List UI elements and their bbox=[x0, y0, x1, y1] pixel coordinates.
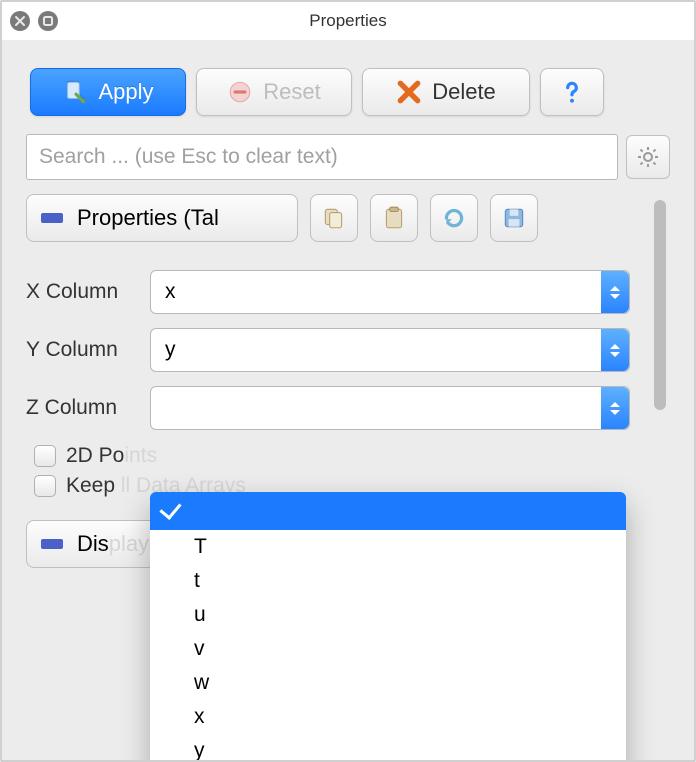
scrollbar[interactable] bbox=[654, 200, 666, 410]
display-section-label: Display bbox=[77, 531, 149, 557]
delete-button-label: Delete bbox=[432, 79, 496, 105]
apply-icon bbox=[62, 79, 88, 105]
delete-icon bbox=[396, 79, 422, 105]
collapse-icon bbox=[41, 213, 63, 223]
help-icon bbox=[559, 79, 585, 105]
search-input[interactable] bbox=[26, 134, 618, 180]
select-caret-icon bbox=[601, 329, 629, 371]
dropdown-item[interactable]: x bbox=[150, 700, 626, 734]
z-column-dropdown[interactable]: Ttuvwxyz bbox=[150, 492, 626, 762]
copy-button[interactable] bbox=[310, 194, 358, 242]
x-column-select[interactable]: x bbox=[150, 270, 630, 314]
properties-section-label: Properties (Tal bbox=[77, 205, 219, 231]
delete-button[interactable]: Delete bbox=[362, 68, 530, 116]
window-close-icon[interactable] bbox=[10, 11, 30, 31]
points-2d-checkbox[interactable] bbox=[34, 445, 56, 467]
select-caret-icon bbox=[601, 271, 629, 313]
z-column-label: Z Column bbox=[26, 396, 150, 420]
search-settings-button[interactable] bbox=[626, 135, 670, 179]
gear-icon bbox=[636, 145, 660, 169]
save-icon bbox=[501, 205, 527, 231]
y-column-value: y bbox=[165, 338, 176, 362]
window-maximize-icon[interactable] bbox=[38, 11, 58, 31]
copy-icon bbox=[321, 205, 347, 231]
dropdown-item[interactable]: w bbox=[150, 666, 626, 700]
properties-section-header[interactable]: Properties (Tal bbox=[26, 194, 298, 242]
help-button[interactable] bbox=[540, 68, 604, 116]
titlebar: Properties bbox=[2, 2, 694, 40]
dropdown-item[interactable]: t bbox=[150, 564, 626, 598]
collapse-icon bbox=[41, 539, 63, 549]
dropdown-item[interactable]: T bbox=[150, 530, 626, 564]
y-column-select[interactable]: y bbox=[150, 328, 630, 372]
select-caret-icon bbox=[601, 387, 629, 429]
dropdown-item[interactable]: y bbox=[150, 734, 626, 762]
reset-button[interactable]: Reset bbox=[196, 68, 352, 116]
apply-button-label: Apply bbox=[98, 79, 153, 105]
keep-arrays-checkbox[interactable] bbox=[34, 475, 56, 497]
x-column-value: x bbox=[165, 280, 176, 304]
reload-button[interactable] bbox=[430, 194, 478, 242]
z-column-select[interactable] bbox=[150, 386, 630, 430]
paste-button[interactable] bbox=[370, 194, 418, 242]
reset-button-label: Reset bbox=[263, 79, 320, 105]
points-2d-label: 2D Points bbox=[66, 444, 157, 468]
window-title: Properties bbox=[2, 11, 694, 31]
dropdown-item[interactable]: v bbox=[150, 632, 626, 666]
apply-button[interactable]: Apply bbox=[30, 68, 186, 116]
dropdown-item[interactable]: u bbox=[150, 598, 626, 632]
save-button[interactable] bbox=[490, 194, 538, 242]
dropdown-item[interactable] bbox=[150, 492, 626, 530]
x-column-label: X Column bbox=[26, 280, 150, 304]
reload-icon bbox=[441, 205, 467, 231]
y-column-label: Y Column bbox=[26, 338, 150, 362]
paste-icon bbox=[381, 205, 407, 231]
reset-icon bbox=[227, 79, 253, 105]
